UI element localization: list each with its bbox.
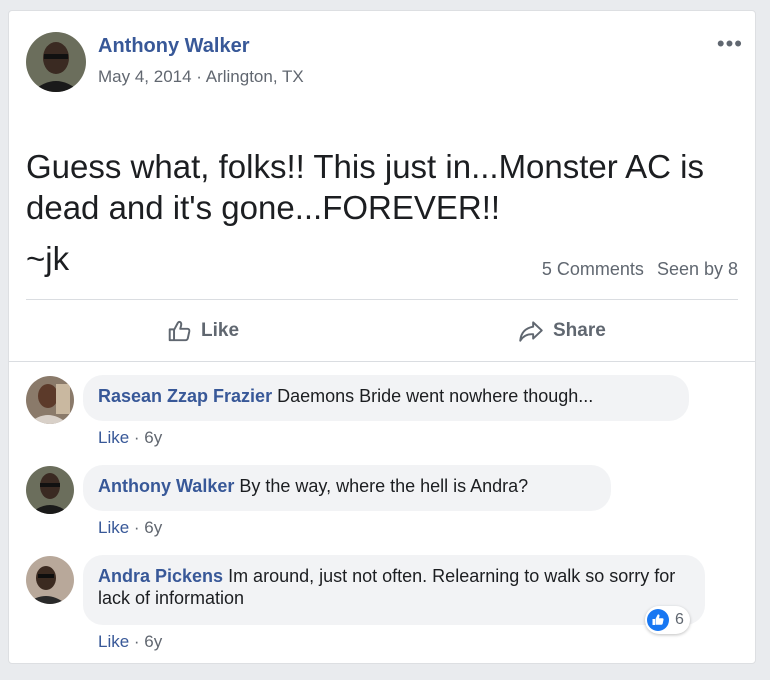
comment-actions-separator: · bbox=[129, 518, 145, 537]
post-date[interactable]: May 4, 2014 bbox=[98, 67, 192, 86]
share-button[interactable]: Share bbox=[517, 311, 606, 351]
post-counts: 5 Comments Seen by 8 bbox=[534, 259, 738, 280]
commenter-avatar[interactable] bbox=[26, 466, 74, 514]
comment-like-link[interactable]: Like bbox=[98, 518, 129, 537]
meta-separator: · bbox=[191, 67, 206, 86]
commenter-avatar[interactable] bbox=[26, 376, 74, 424]
comment-text: Daemons Bride went nowhere though... bbox=[277, 386, 594, 406]
author-avatar[interactable] bbox=[26, 32, 86, 92]
comment-time[interactable]: 6y bbox=[144, 518, 162, 537]
reaction-count: 6 bbox=[675, 611, 684, 628]
comment-actions: Like · 6y bbox=[98, 428, 162, 448]
commenter-avatar[interactable] bbox=[26, 556, 74, 604]
commenter-name[interactable]: Anthony Walker bbox=[98, 476, 234, 496]
comment-actions-separator: · bbox=[129, 632, 145, 651]
commenter-name[interactable]: Andra Pickens bbox=[98, 566, 223, 586]
post-text: Guess what, folks!! This just in...Monst… bbox=[26, 105, 746, 320]
more-options-icon[interactable]: ••• bbox=[717, 33, 743, 55]
post-card: Anthony Walker May 4, 2014 · Arlington, … bbox=[8, 10, 756, 664]
thumbs-up-icon bbox=[168, 320, 191, 342]
comment-like-link[interactable]: Like bbox=[98, 632, 129, 651]
divider bbox=[26, 299, 738, 300]
commenter-name[interactable]: Rasean Zzap Frazier bbox=[98, 386, 272, 406]
comment-bubble: Rasean Zzap Frazier Daemons Bride went no… bbox=[83, 375, 689, 421]
reaction-count-badge[interactable]: 6 bbox=[645, 606, 690, 634]
divider bbox=[9, 361, 755, 362]
like-button[interactable]: Like bbox=[167, 311, 239, 351]
post-location[interactable]: Arlington, TX bbox=[206, 67, 304, 86]
post-meta: May 4, 2014 · Arlington, TX bbox=[98, 67, 304, 87]
comment-actions-separator: · bbox=[129, 428, 145, 447]
comment-like-link[interactable]: Like bbox=[98, 428, 129, 447]
comment-bubble: Andra Pickens Im around, just not often. … bbox=[83, 555, 705, 625]
comment-actions: Like · 6y bbox=[98, 518, 162, 538]
share-button-label: Share bbox=[553, 320, 606, 341]
comments-count-link[interactable]: 5 Comments bbox=[542, 259, 644, 279]
share-arrow-icon bbox=[519, 321, 543, 342]
comment-bubble: Anthony Walker By the way, where the hell… bbox=[83, 465, 611, 511]
comment-time[interactable]: 6y bbox=[144, 428, 162, 447]
comment-actions: Like · 6y bbox=[98, 632, 162, 652]
author-name[interactable]: Anthony Walker bbox=[98, 35, 250, 58]
comment-text: By the way, where the hell is Andra? bbox=[239, 476, 529, 496]
like-reaction-icon bbox=[647, 609, 669, 631]
seen-by-link[interactable]: Seen by 8 bbox=[657, 259, 738, 279]
like-button-label: Like bbox=[201, 320, 240, 341]
post-text-main: Guess what, folks!! This just in...Monst… bbox=[26, 148, 704, 226]
comment-time[interactable]: 6y bbox=[144, 632, 162, 651]
